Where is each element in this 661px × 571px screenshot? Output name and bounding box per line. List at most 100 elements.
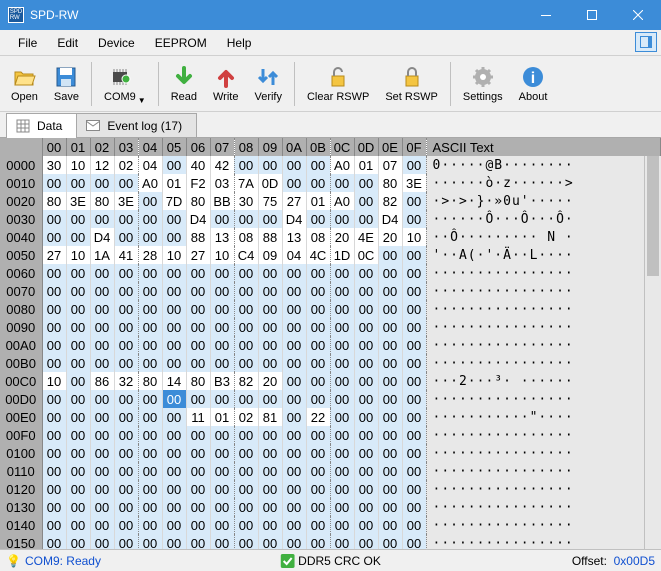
hex-byte[interactable]: 1D <box>330 246 354 264</box>
ascii-text[interactable]: 0·····@B········ <box>426 156 661 174</box>
hex-byte[interactable]: 00 <box>306 174 330 192</box>
hex-byte[interactable]: 00 <box>306 516 330 534</box>
hex-byte[interactable]: 00 <box>186 534 210 549</box>
hex-byte[interactable]: 00 <box>330 480 354 498</box>
hex-byte[interactable]: 00 <box>162 480 186 498</box>
hex-byte[interactable]: 00 <box>66 318 90 336</box>
hex-byte[interactable]: 00 <box>378 498 402 516</box>
hex-byte[interactable]: 00 <box>306 336 330 354</box>
hex-byte[interactable]: 00 <box>186 426 210 444</box>
hex-byte[interactable]: 00 <box>114 318 138 336</box>
hex-byte[interactable]: 00 <box>210 462 234 480</box>
hex-byte[interactable]: 00 <box>66 372 90 390</box>
hex-byte[interactable]: 00 <box>234 444 258 462</box>
hex-editor[interactable]: 000102030405060708090A0B0C0D0E0FASCII Te… <box>0 138 661 549</box>
hex-byte[interactable]: 00 <box>306 354 330 372</box>
hex-byte[interactable]: 03 <box>210 174 234 192</box>
hex-byte[interactable]: 00 <box>90 498 114 516</box>
hex-byte[interactable]: 00 <box>330 282 354 300</box>
hex-byte[interactable]: 00 <box>210 282 234 300</box>
hex-byte[interactable]: 00 <box>330 318 354 336</box>
verify-button[interactable]: Verify <box>247 58 289 110</box>
hex-byte[interactable]: 27 <box>282 192 306 210</box>
ascii-text[interactable]: ···········"···· <box>426 408 661 426</box>
hex-byte[interactable]: 00 <box>354 498 378 516</box>
hex-byte[interactable]: 00 <box>258 354 282 372</box>
hex-byte[interactable]: 00 <box>282 426 306 444</box>
hex-byte[interactable]: 07 <box>378 156 402 174</box>
hex-byte[interactable]: 00 <box>66 210 90 228</box>
hex-byte[interactable]: 00 <box>42 498 66 516</box>
hex-byte[interactable]: 00 <box>162 444 186 462</box>
hex-byte[interactable]: 00 <box>330 534 354 549</box>
hex-byte[interactable]: 4E <box>354 228 378 246</box>
maximize-button[interactable] <box>569 0 615 30</box>
hex-byte[interactable]: 00 <box>90 534 114 549</box>
hex-byte[interactable]: 00 <box>306 390 330 408</box>
hex-byte[interactable]: 00 <box>162 354 186 372</box>
hex-byte[interactable]: 7A <box>234 174 258 192</box>
about-button[interactable]: iAbout <box>512 58 555 110</box>
hex-byte[interactable]: 00 <box>138 318 162 336</box>
hex-byte[interactable]: 00 <box>186 318 210 336</box>
hex-byte[interactable]: 00 <box>42 174 66 192</box>
hex-byte[interactable]: 00 <box>42 354 66 372</box>
hex-byte[interactable]: 00 <box>306 282 330 300</box>
hex-byte[interactable]: 00 <box>210 336 234 354</box>
hex-byte[interactable]: 00 <box>66 444 90 462</box>
hex-byte[interactable]: 00 <box>210 480 234 498</box>
hex-byte[interactable]: D4 <box>90 228 114 246</box>
hex-byte[interactable]: 10 <box>66 156 90 174</box>
hex-byte[interactable]: 00 <box>234 156 258 174</box>
hex-byte[interactable]: 27 <box>42 246 66 264</box>
hex-byte[interactable]: 00 <box>378 264 402 282</box>
hex-byte[interactable]: 00 <box>66 498 90 516</box>
hex-byte[interactable]: 00 <box>354 516 378 534</box>
hex-byte[interactable]: 00 <box>354 390 378 408</box>
hex-byte[interactable]: 00 <box>162 156 186 174</box>
hex-byte[interactable]: 00 <box>90 480 114 498</box>
hex-byte[interactable]: 00 <box>282 174 306 192</box>
hex-byte[interactable]: 00 <box>282 336 306 354</box>
hex-byte[interactable]: 00 <box>258 390 282 408</box>
hex-byte[interactable]: 01 <box>306 192 330 210</box>
hex-byte[interactable]: 00 <box>402 516 426 534</box>
hex-byte[interactable]: 00 <box>90 516 114 534</box>
hex-byte[interactable]: 00 <box>234 300 258 318</box>
hex-byte[interactable]: 00 <box>66 408 90 426</box>
hex-byte[interactable]: 00 <box>66 174 90 192</box>
hex-byte[interactable]: 00 <box>258 462 282 480</box>
hex-byte[interactable]: 00 <box>186 336 210 354</box>
hex-byte[interactable]: 00 <box>378 246 402 264</box>
hex-byte[interactable]: 20 <box>330 228 354 246</box>
com-port-dropdown[interactable]: COM9▼ <box>97 58 153 110</box>
hex-byte[interactable]: 75 <box>258 192 282 210</box>
vertical-scrollbar[interactable] <box>644 156 661 549</box>
hex-byte[interactable]: 00 <box>66 390 90 408</box>
hex-byte[interactable]: 00 <box>378 408 402 426</box>
hex-byte[interactable]: 00 <box>186 498 210 516</box>
hex-byte[interactable]: 00 <box>210 354 234 372</box>
hex-byte[interactable]: 00 <box>378 372 402 390</box>
hex-byte[interactable]: 82 <box>378 192 402 210</box>
hex-byte[interactable]: 00 <box>162 318 186 336</box>
hex-byte[interactable]: 00 <box>234 462 258 480</box>
hex-byte[interactable]: 00 <box>114 264 138 282</box>
hex-byte[interactable]: 00 <box>378 354 402 372</box>
hex-byte[interactable]: 10 <box>210 246 234 264</box>
hex-byte[interactable]: 00 <box>90 336 114 354</box>
hex-byte[interactable]: 02 <box>114 156 138 174</box>
hex-byte[interactable]: 00 <box>330 444 354 462</box>
hex-byte[interactable]: 00 <box>138 336 162 354</box>
hex-byte[interactable]: 00 <box>282 534 306 549</box>
hex-byte[interactable]: 00 <box>186 300 210 318</box>
hex-byte[interactable]: A0 <box>330 192 354 210</box>
ascii-text[interactable]: ················ <box>426 480 661 498</box>
hex-byte[interactable]: 00 <box>66 534 90 549</box>
set-rswp-button[interactable]: Set RSWP <box>378 58 445 110</box>
hex-byte[interactable]: 00 <box>90 390 114 408</box>
ascii-text[interactable]: ················ <box>426 534 661 549</box>
hex-byte[interactable]: 00 <box>162 408 186 426</box>
hex-byte[interactable]: 27 <box>186 246 210 264</box>
hex-byte[interactable]: 00 <box>138 264 162 282</box>
